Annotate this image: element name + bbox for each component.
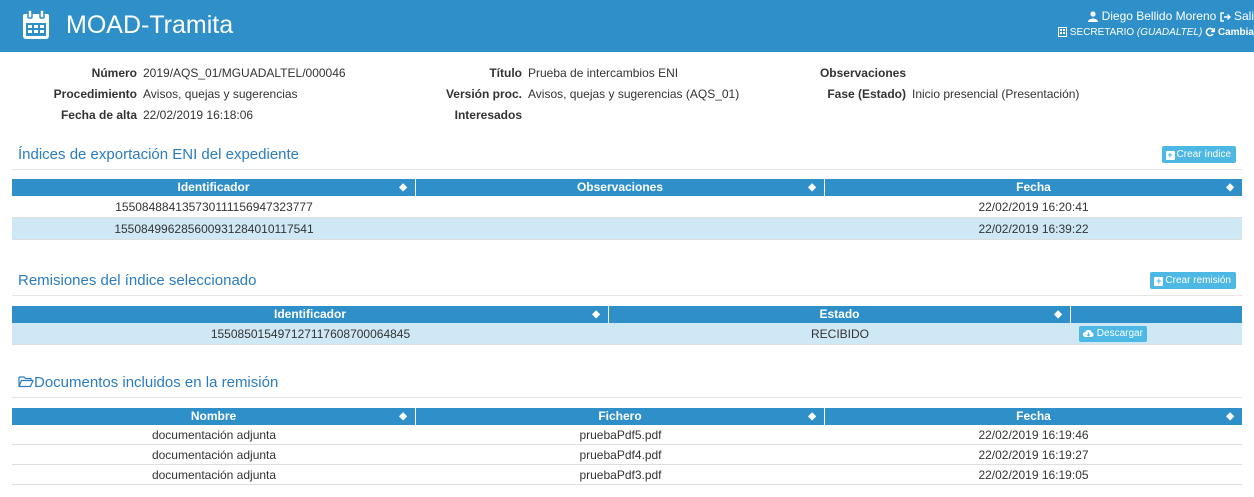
divider (12, 397, 1242, 398)
expediente-metadata-right: Observaciones Fase (Estado) Inicio presen… (780, 66, 1079, 108)
column-header[interactable]: Fecha ◆ (825, 179, 1242, 196)
fecha-alta-value: 22/02/2019 16:18:06 (143, 108, 254, 122)
column-header[interactable]: Fecha ◆ (825, 408, 1242, 425)
refresh-icon[interactable] (1205, 27, 1216, 37)
user-icon (1088, 11, 1099, 23)
version-value: Avisos, quejas y sugerencias (AQS_01) (528, 87, 740, 101)
indices-section-title: Índices de exportación ENI del expedient… (18, 146, 300, 163)
observaciones-label: Observaciones (819, 66, 906, 80)
expediente-metadata-left: Número 2019/AQS_01/MGUADALTEL/000046 Proc… (0, 66, 346, 129)
observaciones-cell (416, 218, 825, 239)
app-header: MOAD-Tramita Diego Bellido Moreno Sali S… (0, 0, 1254, 52)
descargar-label: Descargar (1096, 328, 1143, 339)
fichero-cell: pruebaPdf3.pdf (579, 468, 662, 482)
fase-label: Fase (Estado) (827, 87, 906, 101)
plus-icon: + (1165, 150, 1175, 160)
crear-indice-button[interactable]: + Crear índice (1161, 146, 1236, 163)
observaciones-cell (416, 196, 825, 217)
sort-icon[interactable]: ◆ (1226, 179, 1234, 196)
crear-indice-label: Crear índice (1176, 149, 1231, 160)
crear-remision-label: Crear remisión (1165, 275, 1231, 286)
change-link[interactable]: Cambia (1218, 27, 1254, 38)
sort-icon[interactable]: ◆ (1054, 306, 1062, 323)
identificador-cell: 155085015497127117608700064845 (210, 327, 411, 341)
interesados-label: Interesados (454, 108, 522, 122)
column-header (1071, 306, 1242, 323)
sort-icon[interactable]: ◆ (808, 408, 816, 425)
remisiones-section-title: Remisiones del índice seleccionado (18, 272, 257, 289)
column-header[interactable]: Identificador ◆ (12, 306, 609, 323)
table-header: Nombre ◆ Fichero ◆ Fecha ◆ (12, 408, 1242, 425)
fecha-alta-label: Fecha de alta (60, 108, 137, 122)
fichero-cell: pruebaPdf4.pdf (579, 448, 662, 462)
version-label: Versión proc. (445, 87, 522, 101)
table-row-selected[interactable]: 155085015497127117608700064845 RECIBIDO … (12, 323, 1242, 345)
table-row[interactable]: 155084884135730111156947323777 22/02/201… (12, 196, 1242, 218)
titulo-label: Título (489, 66, 522, 80)
cloud-download-icon (1083, 329, 1094, 337)
titulo-value: Prueba de intercambios ENI (528, 66, 679, 80)
documentos-section-title: Documentos incluidos en la remisión (18, 374, 278, 392)
divider (12, 295, 1242, 296)
table-row[interactable]: documentación adjunta pruebaPdf4.pdf 22/… (12, 445, 1242, 465)
fecha-cell: 22/02/2019 16:19:27 (978, 448, 1089, 462)
numero-label: Número (91, 66, 137, 80)
calendar-icon (23, 10, 49, 39)
column-header[interactable]: Observaciones ◆ (416, 179, 825, 196)
remisiones-table: Identificador ◆ Estado ◆ 15508501549712711… (12, 306, 1242, 345)
table-header: Identificador ◆ Observaciones ◆ Fecha ◆ (12, 179, 1242, 196)
sort-icon[interactable]: ◆ (592, 306, 600, 323)
nombre-cell: documentación adjunta (151, 468, 277, 482)
fichero-cell: pruebaPdf5.pdf (579, 428, 662, 442)
logout-icon[interactable] (1219, 12, 1231, 22)
table-row[interactable]: documentación adjunta pruebaPdf3.pdf 22/… (12, 465, 1242, 485)
building-icon (1058, 27, 1068, 38)
indices-table: Identificador ◆ Observaciones ◆ Fecha ◆ 155… (12, 179, 1242, 240)
user-name[interactable]: Diego Bellido Moreno (1102, 9, 1217, 23)
folder-open-icon (18, 376, 34, 388)
fase-value: Inicio presencial (Presentación) (912, 87, 1080, 101)
fecha-cell: 22/02/2019 16:20:41 (978, 200, 1089, 214)
role-info: SECRETARIO (GUADALTEL) Cambia (1058, 27, 1254, 39)
app-title: MOAD-Tramita (66, 11, 234, 39)
descargar-button[interactable]: Descargar (1079, 326, 1147, 342)
identificador-cell: 155084996285600931284010117541 (114, 222, 314, 236)
sort-icon[interactable]: ◆ (808, 179, 816, 196)
identificador-cell: 155084884135730111156947323777 (115, 200, 313, 214)
table-row-selected[interactable]: 155084996285600931284010117541 22/02/201… (12, 218, 1242, 240)
procedimiento-value: Avisos, quejas y sugerencias (143, 87, 298, 101)
sort-icon[interactable]: ◆ (399, 179, 407, 196)
documentos-title-label: Documentos incluidos en la remisión (34, 374, 279, 391)
table-row[interactable]: documentación adjunta pruebaPdf5.pdf 22/… (12, 425, 1242, 445)
org-name: (GUADALTEL) (1136, 27, 1203, 38)
numero-value: 2019/AQS_01/MGUADALTEL/000046 (143, 66, 346, 80)
sort-icon[interactable]: ◆ (399, 408, 407, 425)
procedimiento-label: Procedimiento (53, 87, 137, 101)
logout-link[interactable]: Sali (1234, 9, 1254, 23)
column-header[interactable]: Fichero ◆ (416, 408, 825, 425)
fecha-cell: 22/02/2019 16:19:05 (978, 468, 1089, 482)
estado-cell: RECIBIDO (810, 327, 869, 341)
crear-remision-button[interactable]: + Crear remisión (1150, 272, 1236, 289)
user-info: Diego Bellido Moreno Sali (1088, 9, 1254, 23)
nombre-cell: documentación adjunta (151, 428, 277, 442)
column-header[interactable]: Identificador ◆ (12, 179, 416, 196)
documentos-table: Nombre ◆ Fichero ◆ Fecha ◆ documentación ad… (12, 408, 1242, 485)
column-header[interactable]: Estado ◆ (609, 306, 1071, 323)
table-header: Identificador ◆ Estado ◆ (12, 306, 1242, 323)
role-name: SECRETARIO (1069, 27, 1135, 38)
fecha-cell: 22/02/2019 16:19:46 (978, 428, 1089, 442)
column-header[interactable]: Nombre ◆ (12, 408, 416, 425)
divider (12, 169, 1242, 170)
plus-icon: + (1154, 276, 1164, 286)
expediente-metadata-middle: Título Prueba de intercambios ENI Versión… (400, 66, 739, 129)
nombre-cell: documentación adjunta (151, 448, 277, 462)
sort-icon[interactable]: ◆ (1226, 408, 1234, 425)
fecha-cell: 22/02/2019 16:39:22 (978, 222, 1089, 236)
actions-cell: Descargar (1071, 323, 1242, 344)
